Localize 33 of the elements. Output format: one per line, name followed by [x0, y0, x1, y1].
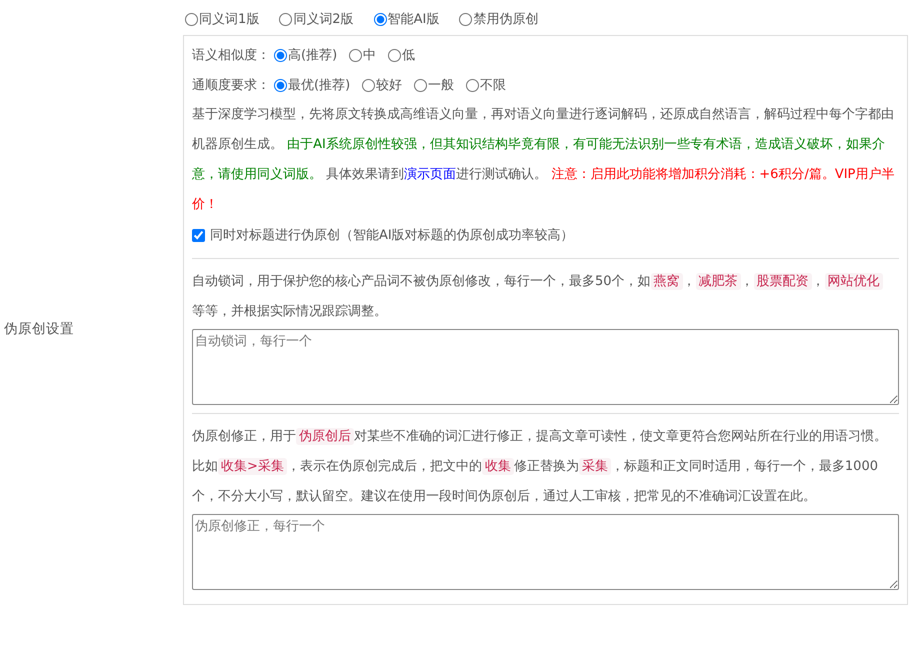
radio-button[interactable]: [374, 12, 387, 26]
option-label: 智能AI版: [388, 11, 440, 28]
option-label: 最优(推荐): [288, 77, 350, 94]
radio-button[interactable]: [274, 48, 287, 62]
input-field[interactable]: 自动锁词，每行一个: [192, 329, 899, 405]
radio-button[interactable]: [349, 48, 362, 62]
radio-button[interactable]: [279, 12, 292, 26]
option-label: 一般: [428, 77, 454, 94]
demo-page-link[interactable]: 演示页面: [404, 167, 456, 182]
option-label: 较好: [376, 77, 402, 94]
description-text: 伪原创修正，用于 伪原创后 对某些不准确的词汇进行修正，提高文章可读性，使文章更符合您网站所在行业的用语习惯。比如 收集>采集 ，表示在伪原创完成后，把文中的 收集 修正替换为 采集 ，标题和正文同时适用，每行一个，最多1000个，不分大小写，默认留空。建议在使用一段时间伪原创后，通过人工审核，把常见的不准确词汇设置在此。: [192, 427, 888, 506]
option-label: 同义词2版: [293, 11, 354, 28]
option-label: 同义词1版: [199, 11, 260, 28]
option-label: 高(推荐): [288, 47, 338, 64]
radio-button[interactable]: [274, 78, 287, 92]
option-label: 中: [363, 47, 376, 64]
field-label: 语义相似度：: [192, 47, 270, 64]
checkbox[interactable]: [192, 228, 205, 242]
radio-button[interactable]: [362, 78, 376, 92]
section-label: 伪原创设置: [3, 320, 74, 338]
input-field[interactable]: 伪原创修正，每行一个: [192, 514, 899, 590]
radio-button[interactable]: [466, 78, 480, 92]
checkbox-label: 同时对标题进行伪原创（智能AI版对标题的伪原创成功率较高）: [210, 227, 574, 244]
radio-button[interactable]: [414, 78, 428, 92]
radio-button[interactable]: [459, 12, 472, 26]
field-label: 通顺度要求：: [192, 77, 270, 94]
option-label: 禁用伪原创: [473, 11, 538, 28]
option-label: 不限: [480, 77, 506, 94]
radio-button[interactable]: [388, 48, 402, 62]
description-text: 自动锁词，用于保护您的核心产品词不被伪原创修改，每行一个，最多50个，如 燕窝 ， 减肥茶 ， 股票配资 ， 网站优化 等等，并根据实际情况跟踪调整。: [192, 267, 899, 327]
description-text: 基于深度学习模型，先将原文转换成高维语义向量，再对语义向量进行逐词解码，还原成自然语言，解码过程中每个字都由机器原创生成。 由于AI系统原创性较强，但其知识结构毕竟有限，有可能无法识别一些专有术语，造成语义破坏，如果介意，请使用同义词版。 具体效果请到演示页面进行测试确认。 注意：启用此功能将增加积分消耗：+6积分/篇。VIP用户半价！: [192, 106, 896, 214]
radio-button[interactable]: [185, 12, 198, 26]
option-label: 低: [402, 47, 416, 64]
